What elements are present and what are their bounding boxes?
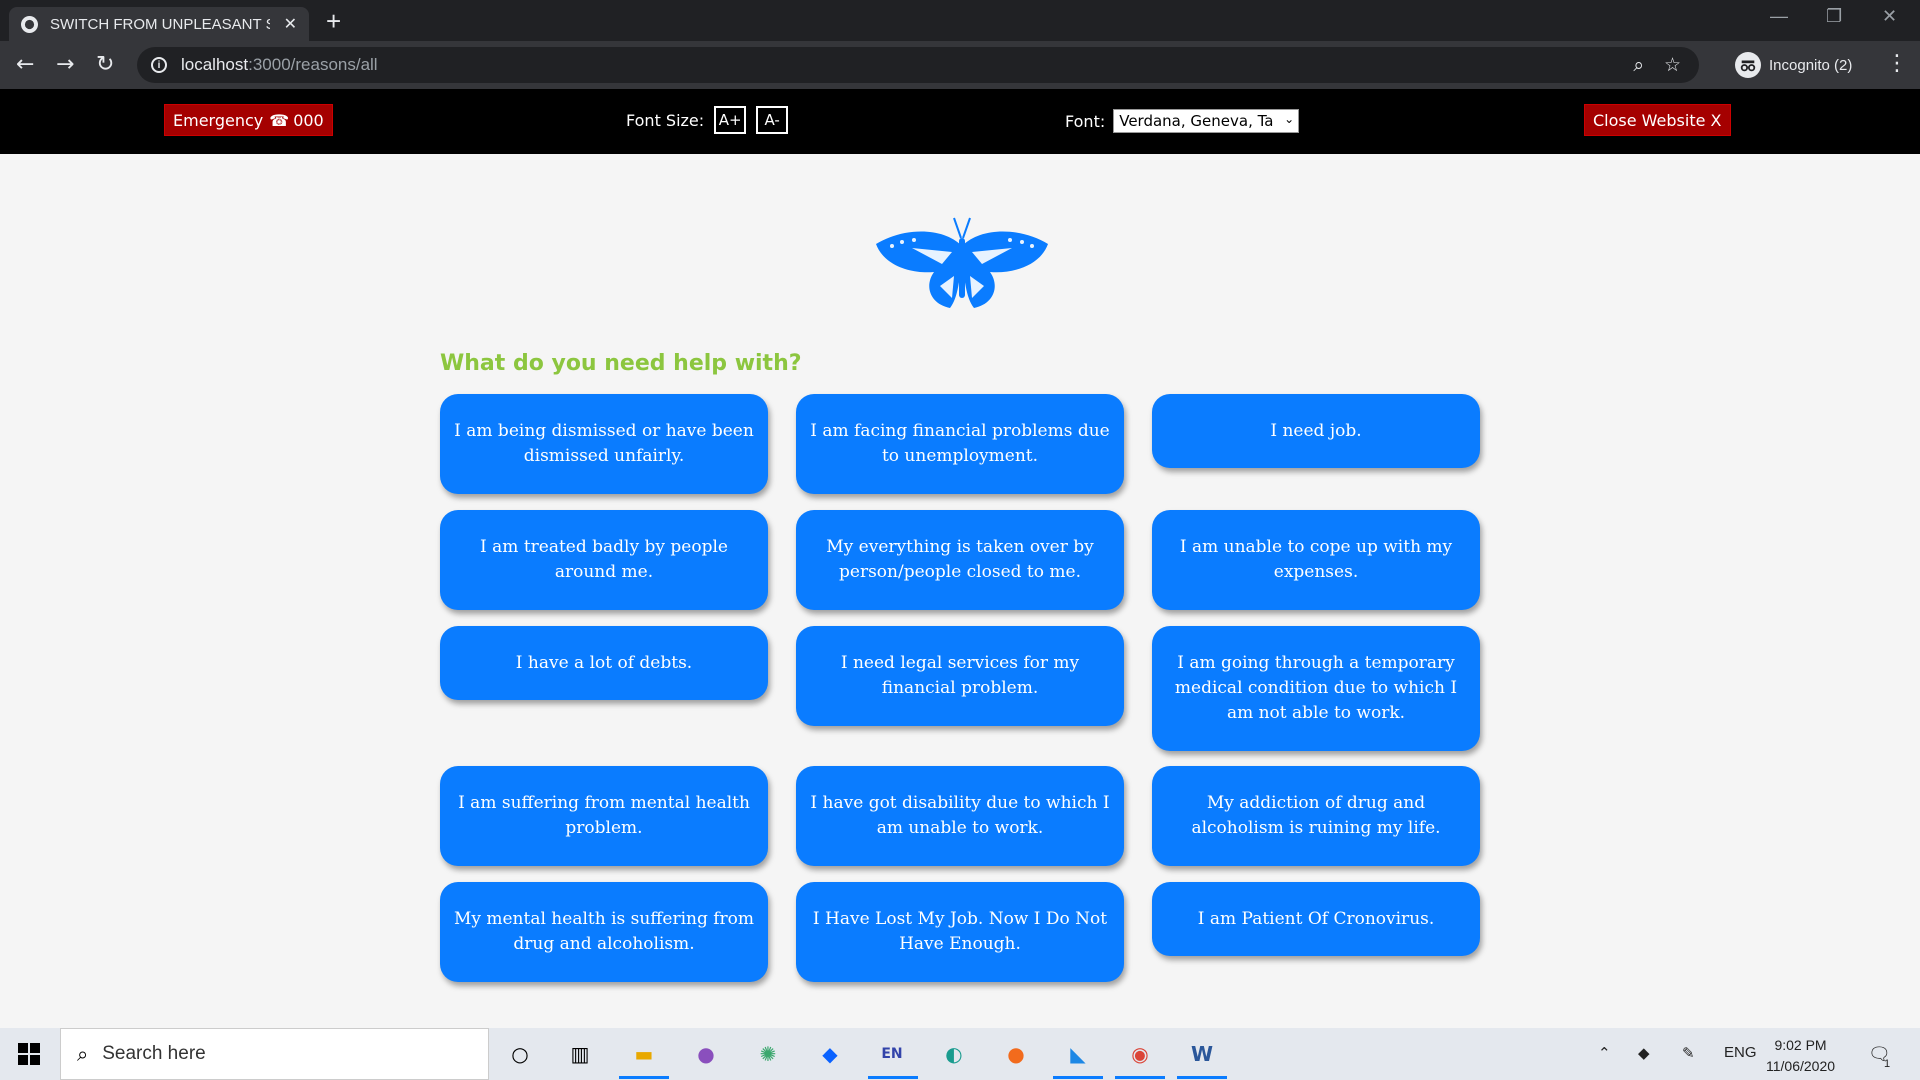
taskbar-search-box[interactable]: ⌕ Search here [60,1028,489,1080]
forward-icon[interactable]: → [56,52,74,78]
font-controls: Font: Verdana, Geneva, Ta ⌄ [1065,109,1300,133]
address-bar[interactable]: i localhost :3000/reasons/all ⌕ ☆ [137,47,1699,83]
notification-count: 1 [1884,1058,1891,1070]
font-select[interactable]: Verdana, Geneva, Ta ⌄ [1113,109,1300,133]
browser-tab-bar: SWITCH FROM UNPLEASANT SC ✕ + — ❐ ✕ [0,0,1920,41]
dropbox-icon[interactable]: ◆ [814,1038,846,1070]
reason-card[interactable]: I am Patient Of Cronovirus. [1152,882,1480,956]
running-indicator [1115,1076,1165,1079]
incognito-profile-button[interactable]: Incognito (2) [1735,48,1852,82]
font-size-label: Font Size: [626,110,705,130]
new-tab-button[interactable]: + [326,8,341,34]
reason-card[interactable]: I am unable to cope up with my expenses. [1152,510,1480,610]
taskbar-search-placeholder: Search here [102,1043,206,1064]
github-icon[interactable]: ● [690,1038,722,1070]
dropbox-tray-icon[interactable]: ◆ [1638,1044,1650,1062]
reason-card[interactable]: My addiction of drug and alcoholism is r… [1152,766,1480,866]
file-explorer-icon[interactable]: ▬ [628,1038,660,1070]
reload-icon[interactable]: ↻ [96,52,114,78]
edge-icon[interactable]: ◐ [938,1038,970,1070]
decrease-font-button[interactable]: A- [756,106,789,134]
browser-toolbar: ← → ↻ i localhost :3000/reasons/all ⌕ ☆ … [0,41,1920,89]
browser-menu-icon[interactable]: ⋮ [1886,51,1908,76]
clock-date: 11/06/2020 [1766,1058,1836,1074]
reason-card[interactable]: I am going through a temporary medical c… [1152,626,1480,751]
windows-start-icon[interactable] [18,1043,40,1065]
reason-card[interactable]: My mental health is suffering from drug … [440,882,768,982]
vscode-icon[interactable]: ◣ [1062,1038,1094,1070]
butterfly-logo [876,217,1048,308]
running-indicator [868,1076,918,1079]
reason-card[interactable]: I am treated badly by people around me. [440,510,768,610]
reason-card[interactable]: I have got disability due to which I am … [796,766,1124,866]
tab-close-icon[interactable]: ✕ [284,14,297,34]
taskbar-clock[interactable]: 9:02 PM 11/06/2020 [1766,1035,1835,1077]
emergency-number: 000 [293,110,324,130]
reason-card[interactable]: I need legal services for my financial p… [796,626,1124,726]
reason-card[interactable]: I Have Lost My Job. Now I Do Not Have En… [796,882,1124,982]
clock-time: 9:02 PM [1774,1037,1827,1053]
bookmark-star-icon[interactable]: ☆ [1664,54,1681,76]
close-website-button[interactable]: Close Website X [1584,104,1731,136]
profile-label: Incognito (2) [1769,56,1853,74]
globe-icon [21,15,38,33]
pen-icon[interactable]: ✎ [1682,1044,1695,1062]
url-path: :3000/reasons/all [248,55,378,74]
increase-font-button[interactable]: A+ [714,106,747,134]
site-header: Emergency ☎ 000 Font Size: A+ A- Font: V… [0,89,1920,154]
chevron-down-icon: ⌄ [1282,112,1295,126]
word-icon[interactable]: W [1186,1038,1218,1070]
chrome-icon[interactable]: ◉ [1124,1038,1156,1070]
reasons-grid: I am being dismissed or have been dismis… [440,394,1480,984]
evernote-icon[interactable]: EN [876,1038,908,1070]
incognito-icon [1735,52,1761,78]
close-window-icon[interactable]: ✕ [1882,6,1897,27]
emergency-label: Emergency [173,110,264,130]
font-label: Font: [1065,111,1106,131]
reason-card[interactable]: I need job. [1152,394,1480,468]
font-select-value: Verdana, Geneva, Ta [1119,112,1274,130]
reason-card[interactable]: I am facing financial problems due to un… [796,394,1124,494]
atom-icon[interactable]: ✺ [752,1038,784,1070]
zoom-icon[interactable]: ⌕ [1633,54,1644,76]
running-indicator [619,1076,669,1079]
tab-title: SWITCH FROM UNPLEASANT SC [50,15,270,33]
windows-taskbar: ⌕ Search here ○ ▥ ▬ ● ✺ ◆ EN ◐ ● ◣ ◉ W ⌃… [0,1028,1920,1080]
reason-card[interactable]: My everything is taken over by person/pe… [796,510,1124,610]
font-size-controls: Font Size: A+ A- [626,106,789,134]
browser-tab[interactable]: SWITCH FROM UNPLEASANT SC ✕ [9,7,309,41]
task-view-icon[interactable]: ▥ [564,1038,596,1070]
search-icon: ⌕ [77,1042,89,1066]
chevron-up-icon[interactable]: ⌃ [1598,1044,1611,1062]
cortana-icon[interactable]: ○ [504,1038,536,1070]
running-indicator [1177,1076,1227,1079]
postman-icon[interactable]: ● [1000,1038,1032,1070]
back-icon[interactable]: ← [16,52,34,78]
site-info-icon[interactable]: i [151,57,167,73]
emergency-button[interactable]: Emergency ☎ 000 [164,104,333,136]
reason-card[interactable]: I have a lot of debts. [440,626,768,700]
reason-card[interactable]: I am suffering from mental health proble… [440,766,768,866]
url-host: localhost [181,55,249,74]
restore-icon[interactable]: ❐ [1826,6,1842,27]
running-indicator [1053,1076,1103,1079]
phone-icon: ☎ [269,110,290,130]
language-indicator[interactable]: ENG [1724,1044,1757,1061]
minimize-icon[interactable]: — [1770,6,1788,27]
reason-card[interactable]: I am being dismissed or have been dismis… [440,394,768,494]
page-question: What do you need help with? [440,351,802,376]
